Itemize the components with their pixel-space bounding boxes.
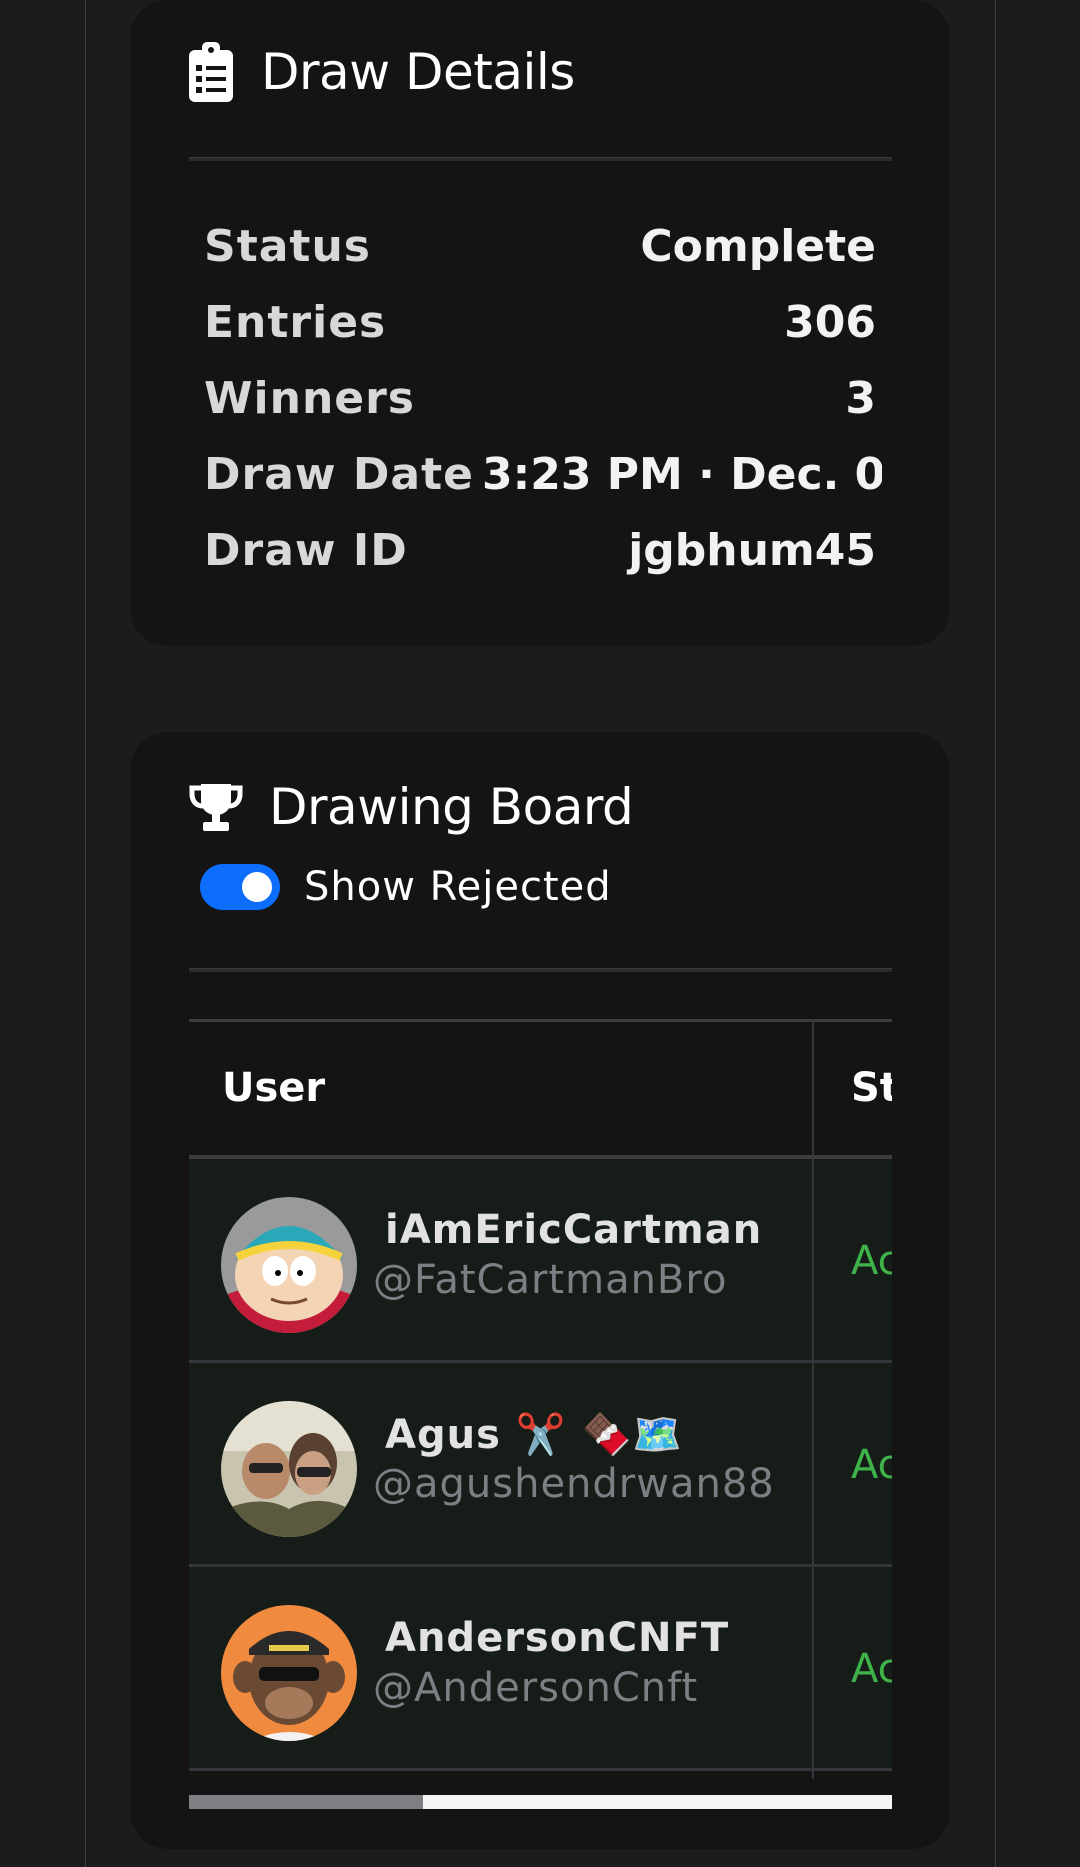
user-display-name[interactable]: AndersonCNFT	[385, 1615, 729, 1661]
detail-value: jgbhum45	[628, 525, 876, 576]
detail-value: Complete	[640, 221, 876, 272]
show-rejected-label: Show Rejected	[304, 864, 612, 910]
detail-value: 306	[784, 297, 876, 348]
divider	[189, 968, 892, 972]
detail-row-status: Status Complete	[204, 209, 876, 285]
column-header-user[interactable]: User	[222, 1022, 325, 1155]
detail-label: Entries	[204, 297, 387, 348]
user-display-name[interactable]: iAmEricCartman	[385, 1207, 762, 1253]
draw-details-header: Draw Details	[189, 42, 575, 102]
detail-label: Draw Date	[204, 449, 474, 500]
show-rejected-toggle-row: Show Rejected	[200, 864, 612, 910]
ape-nft-avatar[interactable]	[221, 1605, 357, 1741]
detail-row-entries: Entries 306	[204, 285, 876, 361]
user-handle[interactable]: @FatCartmanBro	[373, 1257, 727, 1303]
couple-photo-avatar[interactable]	[221, 1401, 357, 1537]
detail-value: 3:23 PM · Dec. 01,	[482, 449, 882, 500]
detail-row-draw-date: Draw Date 3:23 PM · Dec. 01,	[204, 437, 882, 513]
entries-table[interactable]: User St iAmEricCartman @FatCartmanBro Ac…	[189, 1019, 892, 1819]
entry-status: Ac	[851, 1646, 892, 1692]
table-header: User St	[189, 1019, 892, 1159]
toggle-knob	[242, 872, 272, 902]
table-row[interactable]: Agus ✂️ 🍫🗺️ @agushendrwan88 Ac	[189, 1363, 892, 1567]
column-separator	[812, 1019, 814, 1779]
scrollbar-thumb[interactable]	[189, 1795, 423, 1809]
horizontal-scrollbar[interactable]	[189, 1795, 892, 1809]
draw-details-card: Draw Details Status Complete Entries 306…	[130, 0, 950, 646]
trophy-icon	[189, 782, 243, 832]
show-rejected-toggle[interactable]	[200, 864, 280, 910]
detail-label: Status	[204, 221, 371, 272]
drawing-board-card: Drawing Board Show Rejected User St iAmE…	[130, 732, 950, 1849]
draw-details-title: Draw Details	[261, 43, 575, 101]
user-handle[interactable]: @agushendrwan88	[373, 1461, 775, 1507]
cartman-avatar[interactable]	[221, 1197, 357, 1333]
detail-row-winners: Winners 3	[204, 361, 876, 437]
entry-status: Ac	[851, 1442, 892, 1488]
user-handle[interactable]: @AndersonCnft	[373, 1665, 698, 1711]
divider	[189, 157, 892, 161]
detail-row-draw-id: Draw ID jgbhum45	[204, 513, 876, 589]
table-row[interactable]: iAmEricCartman @FatCartmanBro Ac	[189, 1159, 892, 1363]
clipboard-list-icon	[189, 42, 233, 102]
detail-value: 3	[845, 373, 876, 424]
detail-label: Draw ID	[204, 525, 408, 576]
column-header-status[interactable]: St	[851, 1022, 892, 1155]
detail-label: Winners	[204, 373, 415, 424]
drawing-board-title: Drawing Board	[269, 778, 634, 836]
entry-status: Ac	[851, 1238, 892, 1284]
user-display-name[interactable]: Agus ✂️ 🍫🗺️	[385, 1411, 683, 1458]
drawing-board-header: Drawing Board	[189, 778, 634, 836]
table-row[interactable]: AndersonCNFT @AndersonCnft Ac	[189, 1567, 892, 1771]
